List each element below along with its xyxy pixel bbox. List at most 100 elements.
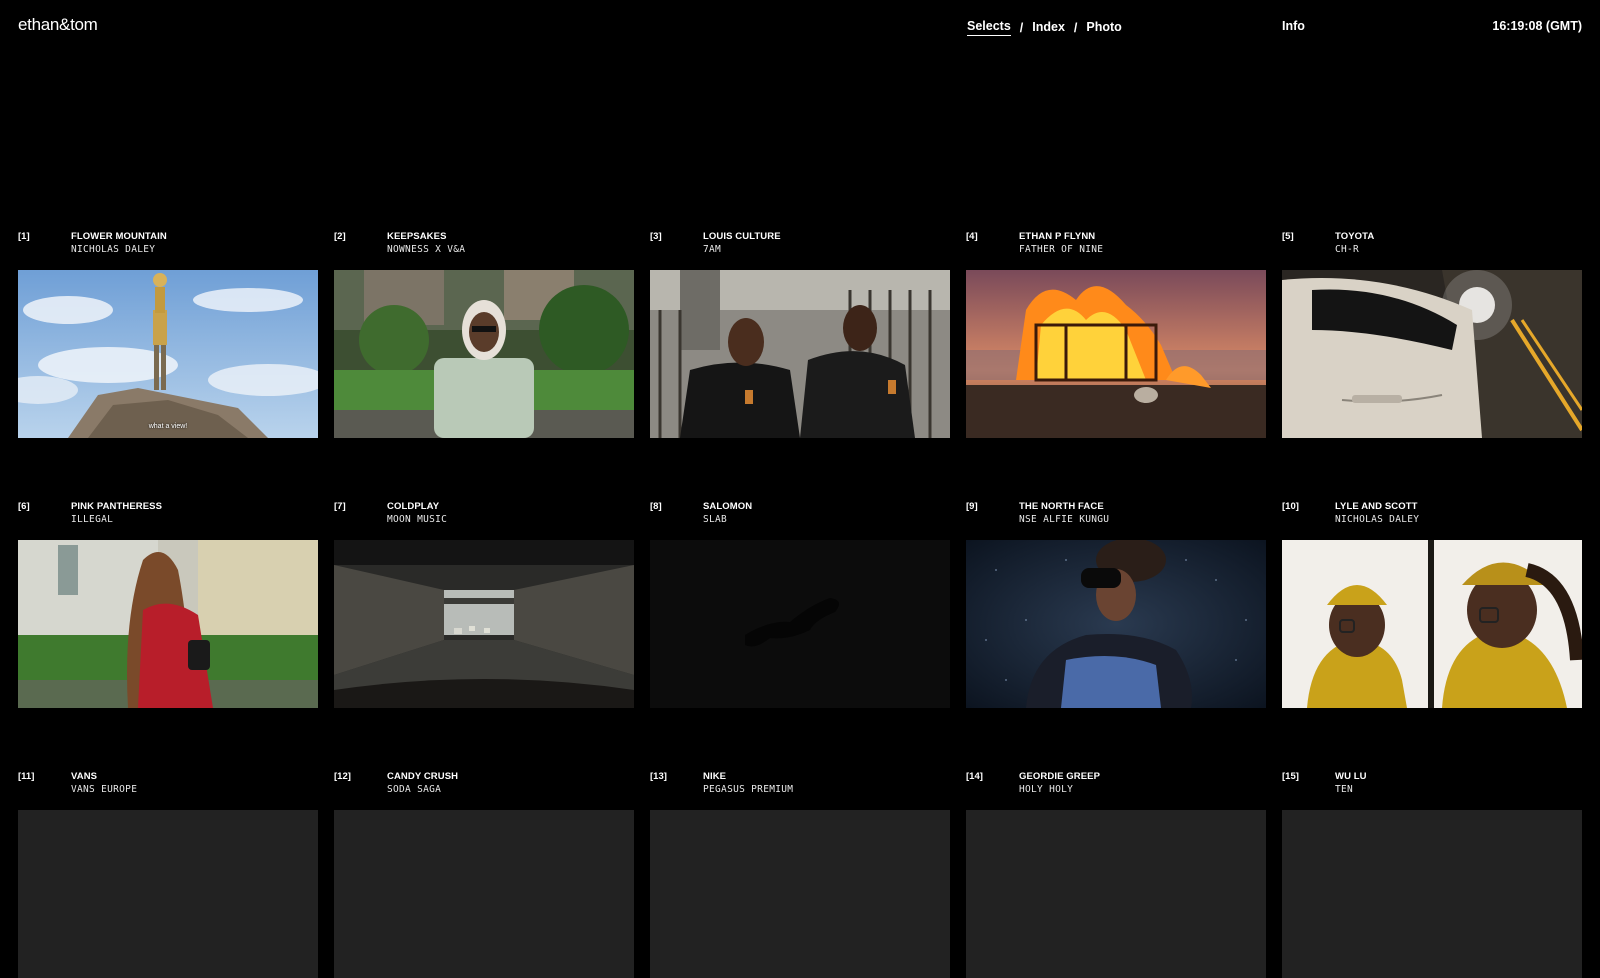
project-card[interactable]: [3] LOUIS CULTURE 7AM [650, 230, 950, 438]
project-meta: [12] CANDY CRUSH SODA SAGA [334, 770, 634, 810]
thumbnail-image [334, 810, 634, 978]
project-number: [8] [650, 501, 662, 512]
project-subtitle: 7AM [703, 244, 722, 255]
project-subtitle: MOON MUSIC [387, 514, 448, 525]
project-thumbnail[interactable] [650, 810, 950, 978]
project-meta: [8] SALOMON SLAB [650, 500, 950, 540]
project-thumbnail[interactable] [650, 270, 950, 438]
project-thumbnail[interactable] [334, 810, 634, 978]
project-number: [9] [966, 501, 978, 512]
thumbnail-image [1282, 270, 1582, 438]
project-card[interactable]: [9] THE NORTH FACE NSE ALFIE KUNGU [966, 500, 1266, 708]
project-number: [10] [1282, 501, 1299, 512]
project-meta: [14] GEORDIE GREEP HOLY HOLY [966, 770, 1266, 810]
project-thumbnail[interactable] [1282, 270, 1582, 438]
project-title: SALOMON [703, 501, 753, 512]
project-number: [13] [650, 771, 667, 782]
project-meta: [1] FLOWER MOUNTAIN NICHOLAS DALEY [18, 230, 318, 270]
site-logo[interactable]: ethan&tom [18, 15, 98, 35]
thumbnail-image [18, 270, 318, 438]
project-title: COLDPLAY [387, 501, 440, 512]
thumbnail-image [18, 540, 318, 708]
thumbnail-image [966, 540, 1266, 708]
thumbnail-image [334, 270, 634, 438]
project-subtitle: NICHOLAS DALEY [71, 244, 156, 255]
project-title: VANS [71, 771, 98, 782]
project-meta: [11] VANS VANS EUROPE [18, 770, 318, 810]
project-card[interactable]: [7] COLDPLAY MOON MUSIC [334, 500, 634, 708]
thumbnail-image [650, 810, 950, 978]
thumbnail-image [334, 540, 634, 708]
project-title: LYLE AND SCOTT [1335, 501, 1418, 512]
thumbnail-image [650, 270, 950, 438]
project-title: CANDY CRUSH [387, 771, 459, 782]
project-meta: [15] WU LU TEN [1282, 770, 1582, 810]
nav-photo[interactable]: Photo [1086, 20, 1121, 36]
project-thumbnail[interactable]: what a view! [18, 270, 318, 438]
project-card[interactable]: [15] WU LU TEN [1282, 770, 1582, 978]
project-subtitle: PEGASUS PREMIUM [703, 784, 794, 795]
project-card[interactable]: [11] VANS VANS EUROPE [18, 770, 318, 978]
project-thumbnail[interactable] [1282, 810, 1582, 978]
project-number: [2] [334, 231, 346, 242]
project-meta: [13] NIKE PEGASUS PREMIUM [650, 770, 950, 810]
project-card[interactable]: [8] SALOMON SLAB [650, 500, 950, 708]
project-thumbnail[interactable] [1282, 540, 1582, 708]
project-number: [15] [1282, 771, 1299, 782]
project-subtitle: NICHOLAS DALEY [1335, 514, 1420, 525]
project-meta: [9] THE NORTH FACE NSE ALFIE KUNGU [966, 500, 1266, 540]
clock: 16:19:08 (GMT) [1492, 19, 1582, 33]
thumbnail-image [18, 810, 318, 978]
project-thumbnail[interactable] [334, 540, 634, 708]
project-card[interactable]: [13] NIKE PEGASUS PREMIUM [650, 770, 950, 978]
project-thumbnail[interactable] [966, 540, 1266, 708]
thumbnail-image [1282, 810, 1582, 978]
project-title: GEORDIE GREEP [1019, 771, 1101, 782]
project-title: ETHAN P FLYNN [1019, 231, 1096, 242]
project-thumbnail[interactable] [18, 540, 318, 708]
project-number: [1] [18, 231, 30, 242]
site-header: ethan&tom Selects / Index / Photo Info 1… [0, 0, 1600, 56]
project-meta: [4] ETHAN P FLYNN FATHER OF NINE [966, 230, 1266, 270]
project-card[interactable]: [4] ETHAN P FLYNN FATHER OF NINE [966, 230, 1266, 438]
project-number: [4] [966, 231, 978, 242]
project-title: TOYOTA [1335, 231, 1375, 242]
project-meta: [2] KEEPSAKES NOWNESS X V&A [334, 230, 634, 270]
main-nav: Selects / Index / Photo [967, 19, 1122, 36]
project-card[interactable]: [5] TOYOTA CH-R [1282, 230, 1582, 438]
project-number: [6] [18, 501, 30, 512]
project-card[interactable]: [2] KEEPSAKES NOWNESS X V&A [334, 230, 634, 438]
project-number: [7] [334, 501, 346, 512]
project-card[interactable]: [10] LYLE AND SCOTT NICHOLAS DALEY [1282, 500, 1582, 708]
project-title: FLOWER MOUNTAIN [71, 231, 167, 242]
project-title: LOUIS CULTURE [703, 231, 781, 242]
project-subtitle: HOLY HOLY [1019, 784, 1074, 795]
project-number: [12] [334, 771, 351, 782]
project-card[interactable]: [6] PINK PANTHERESS ILLEGAL [18, 500, 318, 708]
nav-selects[interactable]: Selects [967, 19, 1011, 36]
project-number: [5] [1282, 231, 1294, 242]
project-thumbnail[interactable] [966, 810, 1266, 978]
project-card[interactable]: [12] CANDY CRUSH SODA SAGA [334, 770, 634, 978]
project-thumbnail[interactable] [966, 270, 1266, 438]
nav-info[interactable]: Info [1282, 19, 1305, 33]
project-thumbnail[interactable] [334, 270, 634, 438]
project-subtitle: NSE ALFIE KUNGU [1019, 514, 1110, 525]
project-title: KEEPSAKES [387, 231, 447, 242]
nav-separator: / [1073, 20, 1078, 35]
nav-separator: / [1019, 20, 1024, 35]
project-grid: [1] FLOWER MOUNTAIN NICHOLAS DALEY what … [18, 230, 1582, 978]
nav-index[interactable]: Index [1032, 20, 1065, 36]
project-subtitle: TEN [1335, 784, 1354, 795]
project-card[interactable]: [14] GEORDIE GREEP HOLY HOLY [966, 770, 1266, 978]
project-meta: [7] COLDPLAY MOON MUSIC [334, 500, 634, 540]
project-number: [3] [650, 231, 662, 242]
project-thumbnail[interactable] [18, 810, 318, 978]
project-title: WU LU [1335, 771, 1367, 782]
project-thumbnail[interactable] [650, 540, 950, 708]
thumbnail-caption: what a view! [148, 423, 188, 430]
project-card[interactable]: [1] FLOWER MOUNTAIN NICHOLAS DALEY what … [18, 230, 318, 438]
project-subtitle: VANS EUROPE [71, 784, 138, 795]
project-subtitle: ILLEGAL [71, 514, 114, 525]
project-number: [14] [966, 771, 983, 782]
